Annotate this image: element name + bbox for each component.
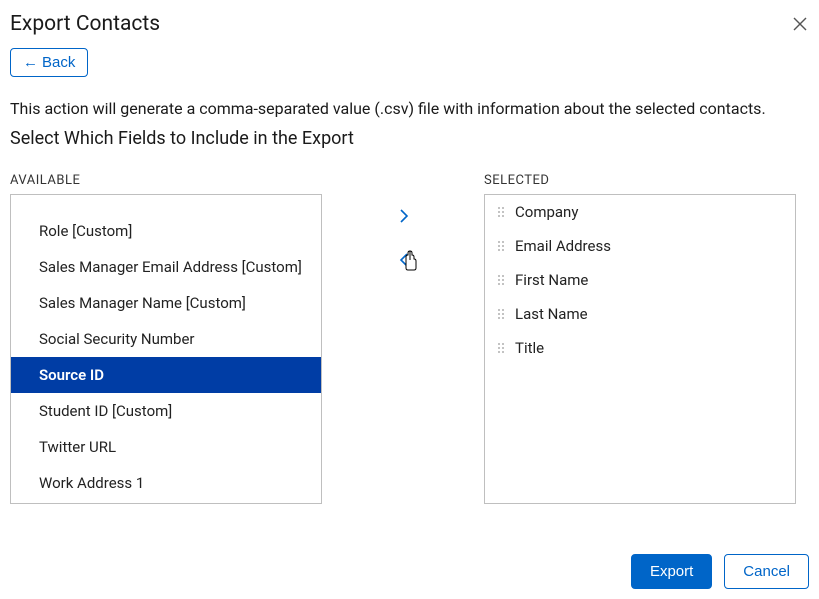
selected-item[interactable]: Email Address: [485, 229, 795, 263]
available-item[interactable]: Twitter URL: [11, 429, 321, 465]
selected-item-label: Email Address: [515, 237, 611, 255]
dialog-title: Export Contacts: [10, 12, 160, 36]
dual-listbox: Role [Custom]Sales Manager Email Address…: [10, 194, 809, 504]
column-labels: AVAILABLE SELECTED: [10, 173, 809, 188]
selected-item[interactable]: First Name: [485, 263, 795, 297]
available-item[interactable]: Role [Custom]: [11, 213, 321, 249]
drag-handle-icon[interactable]: [497, 274, 505, 286]
export-button[interactable]: Export: [631, 554, 712, 589]
export-contacts-dialog: Export Contacts ← Back This action will …: [0, 0, 819, 599]
selected-item[interactable]: Company: [485, 195, 795, 229]
transfer-controls: [322, 194, 484, 504]
selected-item-label: First Name: [515, 271, 588, 289]
dialog-description: This action will generate a comma-separa…: [10, 99, 809, 118]
selected-item[interactable]: Last Name: [485, 297, 795, 331]
back-button[interactable]: ← Back: [10, 48, 88, 77]
drag-handle-icon[interactable]: [497, 240, 505, 252]
drag-handle-icon[interactable]: [497, 206, 505, 218]
move-left-button[interactable]: [394, 250, 414, 270]
drag-handle-icon[interactable]: [497, 342, 505, 354]
drag-handle-icon[interactable]: [497, 308, 505, 320]
available-item[interactable]: Student ID [Custom]: [11, 393, 321, 429]
available-item[interactable]: Social Security Number: [11, 321, 321, 357]
selected-label: SELECTED: [484, 173, 549, 188]
selected-listbox[interactable]: Company Email Address First Name Last Name T…: [484, 194, 796, 504]
dialog-subheading: Select Which Fields to Include in the Ex…: [10, 128, 809, 149]
available-item[interactable]: Source ID: [11, 357, 321, 393]
available-label: AVAILABLE: [10, 173, 484, 188]
selected-item[interactable]: Title: [485, 331, 795, 365]
dialog-header: Export Contacts: [10, 8, 809, 42]
cancel-button[interactable]: Cancel: [724, 554, 809, 589]
arrow-left-icon: ←: [23, 54, 38, 71]
selected-item-label: Title: [515, 339, 544, 357]
available-item[interactable]: Sales Manager Name [Custom]: [11, 285, 321, 321]
selected-item-label: Company: [515, 203, 578, 221]
dialog-footer: Export Cancel: [631, 554, 809, 589]
selected-item-label: Last Name: [515, 305, 588, 323]
available-item[interactable]: Work Address 1: [11, 465, 321, 501]
available-item[interactable]: Sales Manager Email Address [Custom]: [11, 249, 321, 285]
close-icon[interactable]: [791, 15, 809, 33]
available-listbox[interactable]: Role [Custom]Sales Manager Email Address…: [10, 194, 322, 504]
back-button-label: Back: [42, 54, 75, 71]
move-right-button[interactable]: [394, 206, 414, 226]
